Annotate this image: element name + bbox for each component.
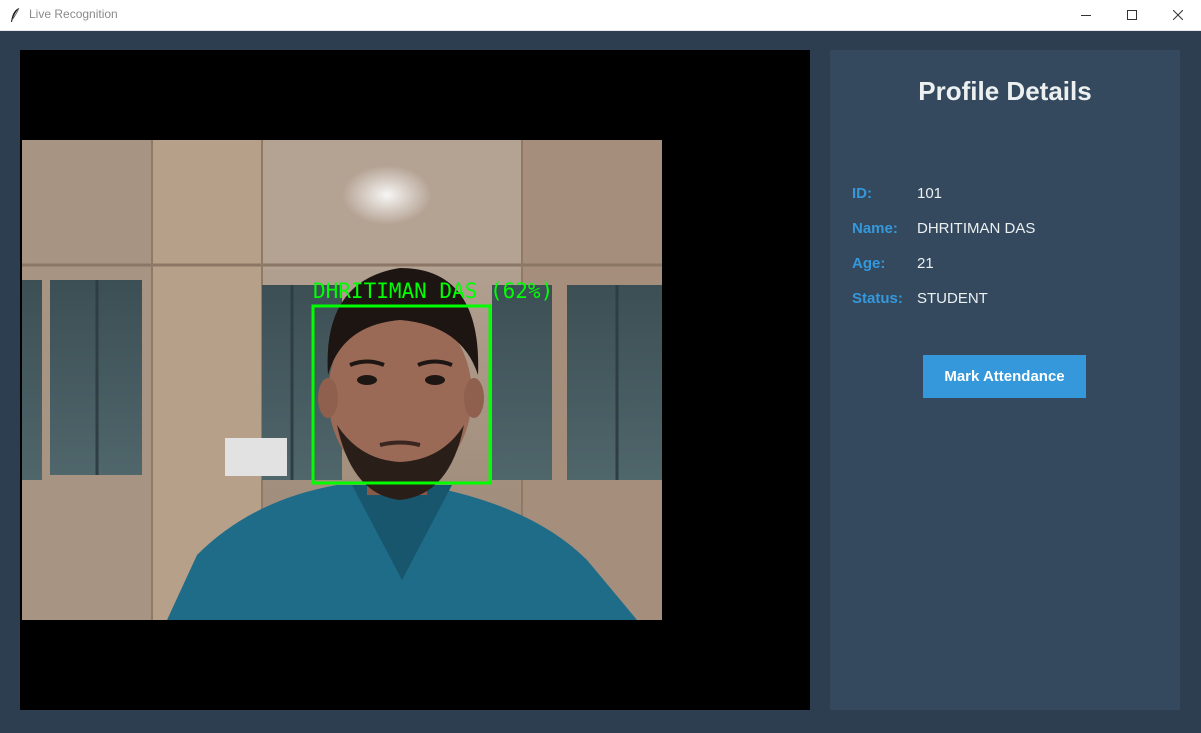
title-bar: Live Recognition <box>0 0 1201 31</box>
age-label: Age: <box>852 255 886 272</box>
close-icon <box>1173 10 1183 20</box>
profile-panel: Profile Details ID: 101 Name: DHRITIMAN … <box>830 50 1180 710</box>
name-label: Name: <box>852 220 898 237</box>
video-frame: DHRITIMAN DAS (62%) <box>22 140 662 620</box>
feather-icon <box>11 7 20 22</box>
id-value: 101 <box>917 185 943 202</box>
status-value: STUDENT <box>917 290 988 307</box>
webcam-image: DHRITIMAN DAS (62%) <box>22 140 662 620</box>
camera-view: DHRITIMAN DAS (62%) <box>20 50 810 710</box>
mark-attendance-button[interactable]: Mark Attendance <box>923 355 1086 398</box>
name-value: DHRITIMAN DAS <box>917 220 1036 237</box>
close-button[interactable] <box>1155 0 1201 30</box>
status-label: Status: <box>852 290 903 307</box>
minimize-icon <box>1081 15 1091 16</box>
minimize-button[interactable] <box>1063 0 1109 30</box>
id-label: ID: <box>852 185 872 202</box>
detection-label: DHRITIMAN DAS (62%) <box>313 279 553 303</box>
profile-title: Profile Details <box>918 76 1092 106</box>
age-value: 21 <box>917 255 934 272</box>
maximize-icon <box>1127 10 1137 20</box>
maximize-button[interactable] <box>1109 0 1155 30</box>
window-title: Live Recognition <box>29 7 118 21</box>
